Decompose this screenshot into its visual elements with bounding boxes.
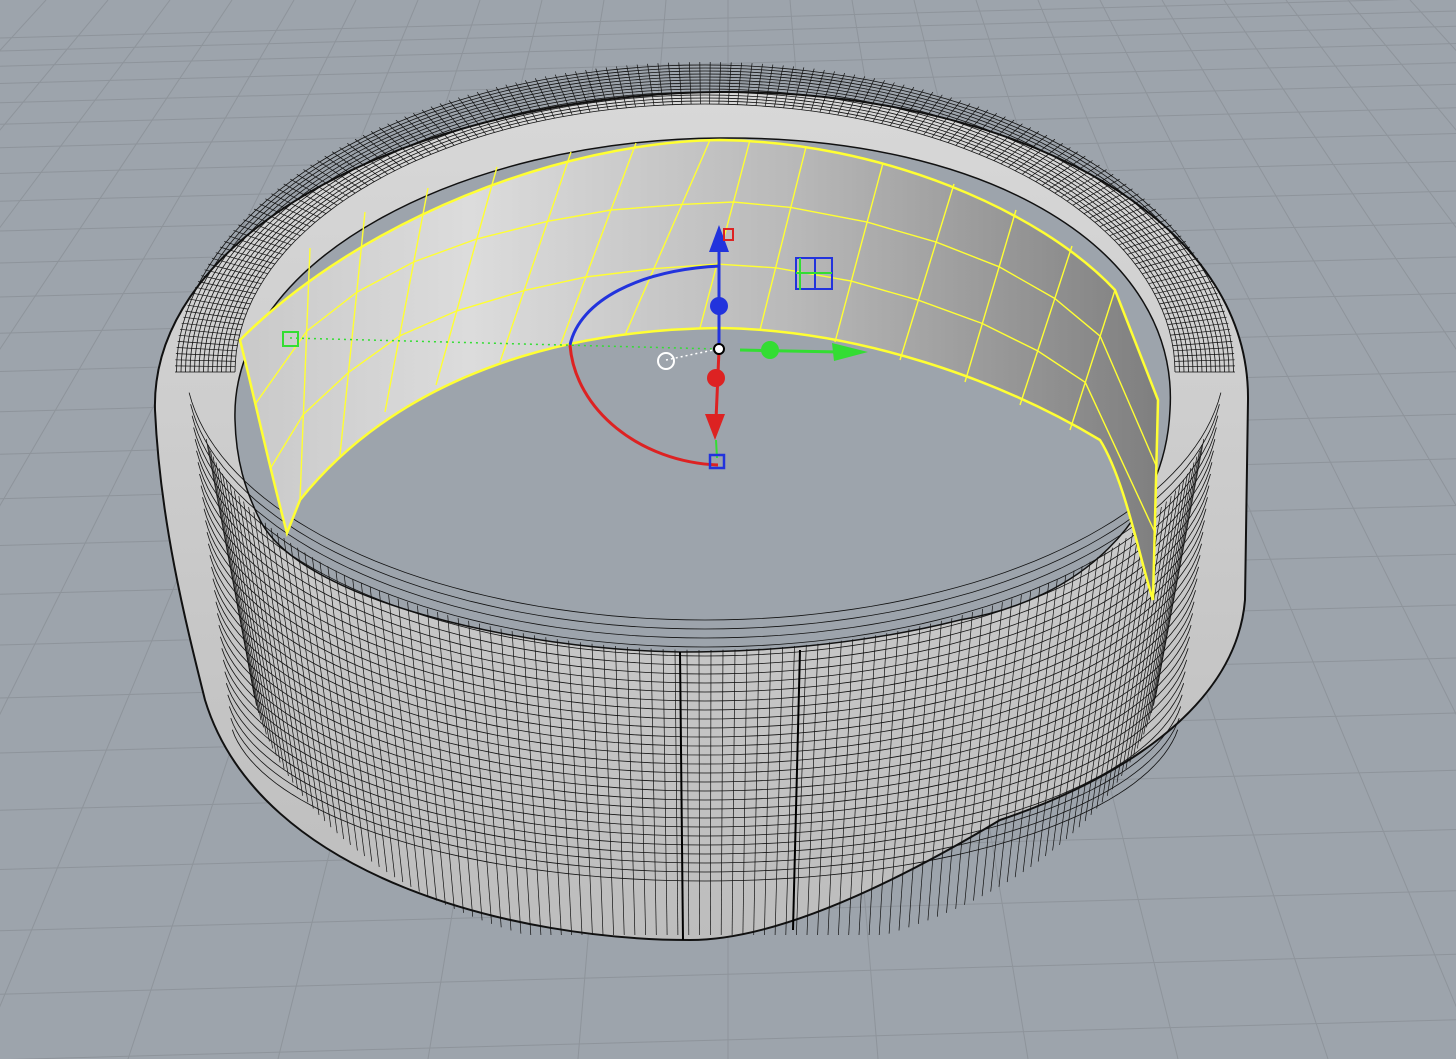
grid-line — [1285, 0, 1456, 229]
grid-line — [1409, 0, 1456, 52]
grid-line — [0, 0, 171, 229]
perspective-viewport[interactable] — [0, 0, 1456, 1059]
grid-line — [1223, 0, 1456, 350]
gumball-z-scale-handle[interactable] — [710, 297, 728, 315]
gumball-x-axis — [739, 348, 841, 354]
gumball-origin[interactable] — [713, 343, 725, 355]
gumball-x-scale-handle[interactable] — [761, 341, 779, 359]
gumball-y-scale-handle[interactable] — [707, 369, 725, 387]
grid-line — [0, 0, 47, 52]
viewport-canvas[interactable] — [0, 0, 1456, 1059]
